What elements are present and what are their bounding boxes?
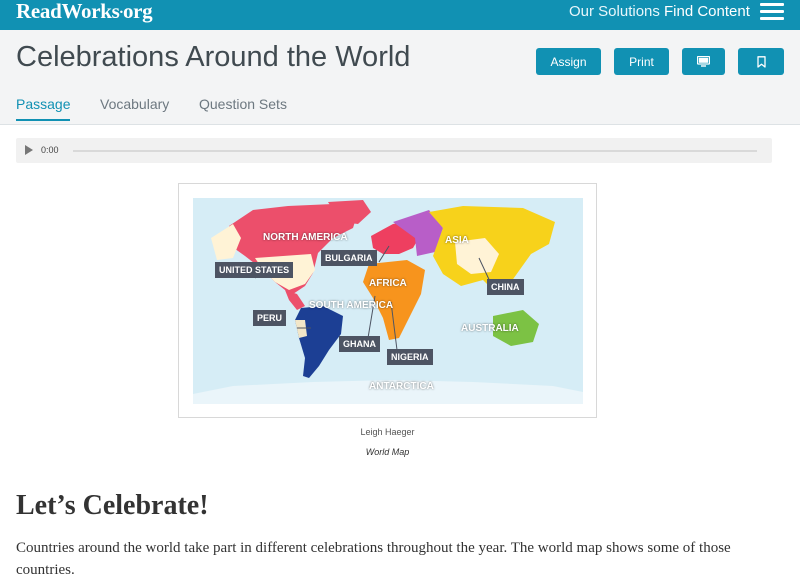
play-icon[interactable]	[25, 145, 33, 155]
audio-player: 0:00	[16, 138, 772, 163]
label-nigeria: NIGERIA	[387, 349, 433, 365]
hamburger-menu-icon[interactable]	[760, 3, 784, 21]
label-united-states: UNITED STATES	[215, 262, 294, 278]
tab-question-sets[interactable]: Question Sets	[199, 96, 287, 119]
article-header: Celebrations Around the World Assign Pri…	[0, 30, 800, 125]
world-map-figure: NORTH AMERICA SOUTH AMERICA AFRICA ASIA …	[178, 183, 597, 418]
logo-domain: org	[122, 0, 153, 23]
label-antarctica: ANTARCTICA	[369, 381, 434, 392]
section-heading: Let’s Celebrate!	[16, 490, 209, 521]
image-caption: World Map	[365, 447, 410, 457]
present-button[interactable]	[682, 48, 725, 75]
world-map-image: NORTH AMERICA SOUTH AMERICA AFRICA ASIA …	[193, 198, 583, 404]
bookmark-icon	[756, 55, 766, 68]
find-content-link[interactable]: Find Content	[664, 3, 750, 20]
page-title: Celebrations Around the World	[16, 41, 411, 73]
monitor-icon	[697, 56, 710, 67]
image-credit: Leigh Haeger	[360, 427, 415, 437]
label-north-america: NORTH AMERICA	[263, 232, 348, 243]
label-peru: PERU	[253, 310, 287, 326]
label-south-america: SOUTH AMERICA	[309, 300, 394, 311]
print-button[interactable]: Print	[614, 48, 669, 75]
logo-text: ReadWorks	[16, 0, 120, 23]
label-australia: AUSTRALIA	[461, 323, 519, 334]
passage-paragraph: Countries around the world take part in …	[16, 540, 731, 577]
top-navigation-bar: ReadWorks.org Our Solutions Find Content	[0, 0, 800, 30]
readworks-logo[interactable]: ReadWorks.org	[16, 0, 153, 24]
our-solutions-link[interactable]: Our Solutions	[569, 3, 660, 20]
assign-button[interactable]: Assign	[536, 48, 601, 75]
tab-passage[interactable]: Passage	[16, 96, 71, 121]
label-ghana: GHANA	[339, 336, 380, 352]
audio-time: 0:00	[41, 145, 59, 155]
audio-progress-track[interactable]	[73, 150, 757, 152]
bookmark-button[interactable]	[738, 48, 784, 75]
label-asia: ASIA	[445, 235, 469, 246]
label-china: CHINA	[487, 279, 524, 295]
label-africa: AFRICA	[369, 278, 407, 289]
tab-vocabulary[interactable]: Vocabulary	[100, 96, 169, 119]
label-bulgaria: BULGARIA	[321, 250, 377, 266]
